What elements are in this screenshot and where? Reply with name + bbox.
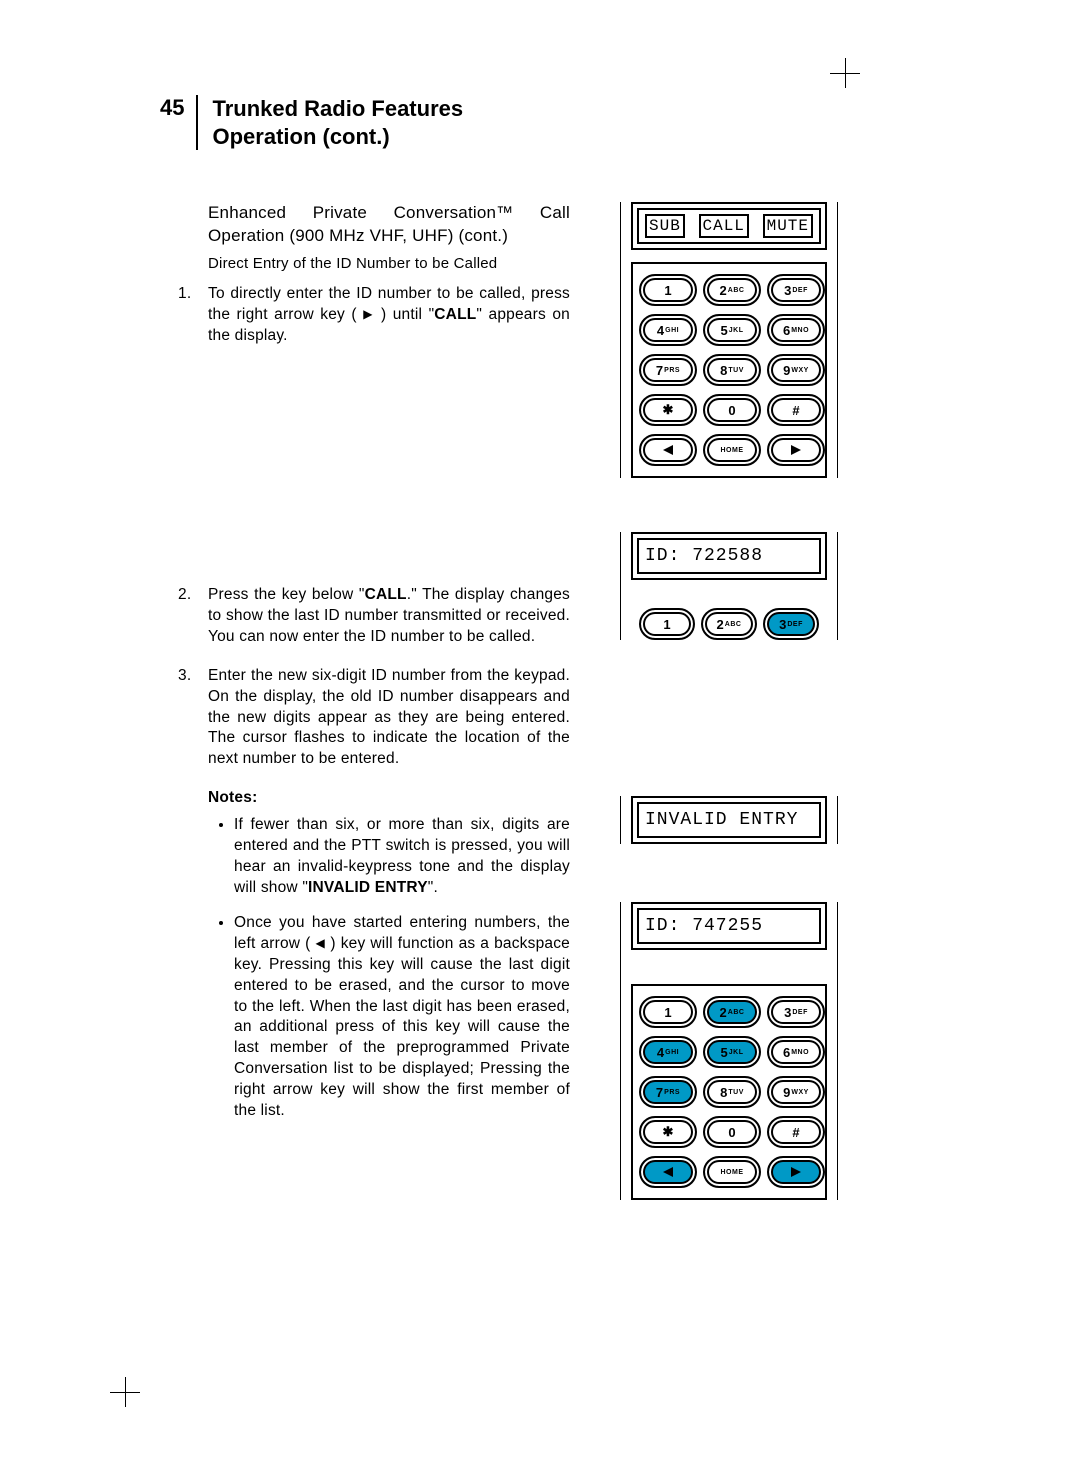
key-0[interactable]: 0 — [703, 394, 761, 426]
radio-display-id2: ID: 747255 — [631, 902, 827, 950]
key-2-highlighted[interactable]: 2ABC — [703, 996, 761, 1028]
key-6[interactable]: 6MNO — [767, 1036, 825, 1068]
right-arrow-icon: ▶ — [363, 307, 374, 321]
page-title: Trunked Radio Features Operation (cont.) — [198, 95, 552, 150]
crop-mark-top-right — [830, 58, 860, 88]
key-home[interactable]: HOME — [703, 1156, 761, 1188]
key-2[interactable]: 2ABC — [701, 608, 757, 640]
key-hash[interactable]: # — [767, 1116, 825, 1148]
key-3[interactable]: 3DEF — [767, 996, 825, 1028]
notes-heading: Notes: — [208, 788, 570, 809]
text-column: Enhanced Private Conversation™ Call Oper… — [160, 202, 570, 1136]
key-star[interactable]: ✱ — [639, 394, 697, 426]
step-2: Press the key below "CALL." The display … — [208, 585, 570, 648]
note-2: Once you have started entering numbers, … — [234, 913, 570, 1122]
key-7-highlighted[interactable]: 7PRS — [639, 1076, 697, 1108]
display-tag-call: CALL — [699, 214, 749, 238]
key-7[interactable]: 7PRS — [639, 354, 697, 386]
figure-4: ID: 747255 1 2ABC 3DEF 4GHI 5JKL 6MNO 7P… — [620, 902, 838, 1200]
key-right-arrow[interactable] — [767, 434, 825, 466]
key-9[interactable]: 9WXY — [767, 1076, 825, 1108]
step-3: Enter the new six-digit ID number from t… — [208, 666, 570, 771]
key-1[interactable]: 1 — [639, 996, 697, 1028]
page-header: 45 Trunked Radio Features Operation (con… — [160, 95, 890, 150]
crop-mark-bottom-left — [110, 1377, 140, 1407]
key-hash[interactable]: # — [767, 394, 825, 426]
key-5-highlighted[interactable]: 5JKL — [703, 1036, 761, 1068]
left-arrow-icon: ◀ — [316, 936, 326, 950]
radio-display-invalid: INVALID ENTRY — [631, 796, 827, 844]
key-2[interactable]: 2ABC — [703, 274, 761, 306]
keypad-highlighted: 1 2ABC 3DEF 4GHI 5JKL 6MNO 7PRS 8TUV 9WX… — [631, 984, 827, 1200]
key-right-arrow-highlighted[interactable] — [767, 1156, 825, 1188]
key-0[interactable]: 0 — [703, 1116, 761, 1148]
subheading-1: Enhanced Private Conversation™ Call Oper… — [208, 202, 570, 248]
keypad: 1 2ABC 3DEF 4GHI 5JKL 6MNO 7PRS 8TUV 9WX… — [631, 262, 827, 478]
key-home[interactable]: HOME — [703, 434, 761, 466]
key-6[interactable]: 6MNO — [767, 314, 825, 346]
key-3[interactable]: 3DEF — [767, 274, 825, 306]
key-4-highlighted[interactable]: 4GHI — [639, 1036, 697, 1068]
key-1[interactable]: 1 — [639, 274, 697, 306]
figure-1: SUB CALL MUTE 1 2ABC 3DEF 4GHI 5JKL 6MNO… — [620, 202, 838, 478]
radio-display: SUB CALL MUTE — [631, 202, 827, 250]
key-3-highlighted[interactable]: 3DEF — [763, 608, 819, 640]
key-left-arrow-highlighted[interactable] — [639, 1156, 697, 1188]
key-5[interactable]: 5JKL — [703, 314, 761, 346]
key-8[interactable]: 8TUV — [703, 354, 761, 386]
key-8[interactable]: 8TUV — [703, 1076, 761, 1108]
key-1[interactable]: 1 — [639, 608, 695, 640]
key-star[interactable]: ✱ — [639, 1116, 697, 1148]
step-1: To directly enter the ID number to be ca… — [208, 284, 570, 347]
figure-3: INVALID ENTRY — [620, 796, 838, 844]
display-tag-mute: MUTE — [763, 214, 813, 238]
key-9[interactable]: 9WXY — [767, 354, 825, 386]
figure-2: ID: 722588 1 2ABC 3DEF — [620, 532, 838, 640]
radio-display-id: ID: 722588 — [631, 532, 827, 580]
key-left-arrow[interactable] — [639, 434, 697, 466]
key-4[interactable]: 4GHI — [639, 314, 697, 346]
note-1: If fewer than six, or more than six, dig… — [234, 815, 570, 899]
page-number: 45 — [160, 95, 198, 150]
display-tag-sub: SUB — [645, 214, 685, 238]
subheading-2: Direct Entry of the ID Number to be Call… — [208, 254, 570, 274]
